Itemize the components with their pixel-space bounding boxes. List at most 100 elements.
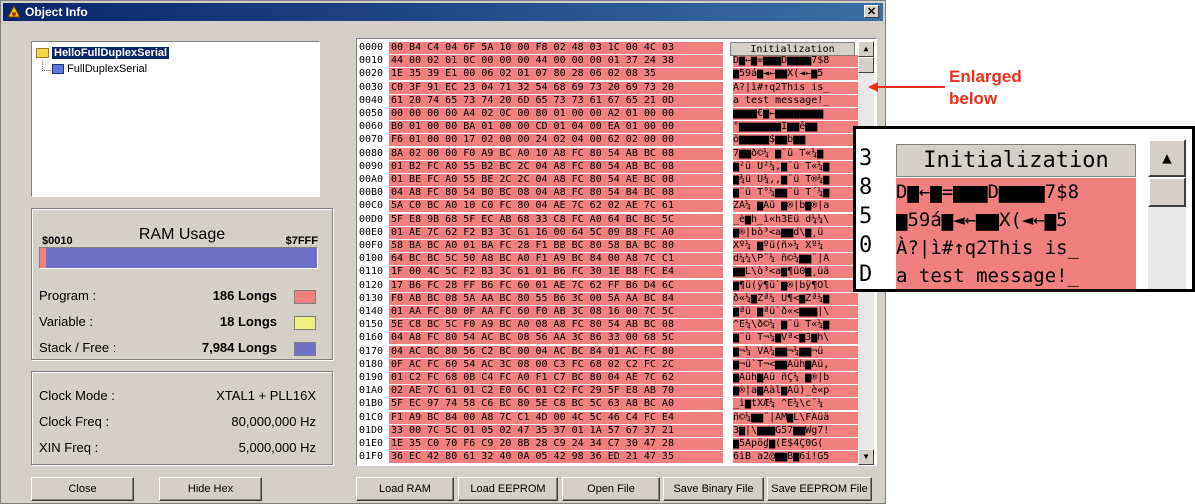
- hex-bytes: 04 A8 FC 80 54 AC BC 08 56 AA 3C 86 33 0…: [389, 332, 723, 345]
- hex-bytes: 64 BC BC 5C 50 A8 BC A0 F1 A9 BC 84 00 A…: [389, 253, 723, 266]
- hex-ascii: a test message!_: [733, 94, 858, 107]
- object-tree[interactable]: HelloFullDuplexSerial FullDuplexSerial: [31, 41, 320, 197]
- ram-row-value: 186 Longs: [212, 288, 277, 303]
- object-info-window: Object Info ✕ HelloFullDuplexSerial Full…: [0, 0, 886, 504]
- hex-row: 00D0 5F E8 9B 68 5F EC AB 68 33 C8 FC A0 …: [359, 213, 859, 226]
- save-eeprom-file-button[interactable]: Save EEPROM File: [767, 477, 872, 501]
- zoom-scroll-up-icon: ▲: [1148, 139, 1186, 177]
- hex-ascii: ▆ªü ▆ªü`ð«<▆▆▆|\: [733, 306, 858, 318]
- hex-row: 00A0 01 BE FC A0 55 BE 2C 2C 04 A8 FC 80 …: [359, 174, 859, 186]
- title-bar: Object Info ✕: [3, 3, 883, 21]
- zoom-digit: 8: [859, 175, 873, 200]
- enlarged-annotation: Enlarged below: [949, 66, 1022, 110]
- clock-row-value: 80,000,000 Hz: [231, 414, 316, 429]
- hex-address: 00E0: [359, 226, 384, 238]
- hex-ascii: ZÀ¼ ▆Àü ▆®|b▆®|a: [733, 200, 858, 213]
- hex-bytes: 5F E8 9B 68 5F EC AB 68 33 C8 FC A0 64 B…: [389, 213, 723, 226]
- hex-bytes: B0 01 00 00 BA 01 00 00 CD 01 04 00 EA 0…: [389, 121, 723, 134]
- scroll-thumb[interactable]: [858, 57, 874, 73]
- hex-bytes: 04 AC BC 80 56 C2 BC 00 04 AC BC 84 01 A…: [389, 345, 723, 358]
- save-binary-file-button[interactable]: Save Binary File: [663, 477, 764, 501]
- hex-bytes: 04 A8 FC 80 54 B0 BC 08 04 A8 FC 80 54 B…: [389, 187, 723, 200]
- hex-address: 01E0: [359, 438, 384, 449]
- hex-bytes: C0 3F 91 EC 23 04 71 32 54 68 69 73 20 6…: [389, 81, 723, 94]
- hex-ascii: ▆¨ü T°¼▆▆¨ü T´¼▆: [733, 187, 858, 200]
- annotation-line2: below: [949, 89, 998, 108]
- hex-address: 0110: [359, 266, 384, 278]
- hex-ascii: ▆®|a▆Âàl▆Âü)_è«p: [733, 385, 858, 398]
- ram-row-label: Variable :: [39, 314, 93, 329]
- hex-ascii: ▆®|bò³<a▆▆d\▆¸ü: [733, 226, 858, 239]
- hex-ascii: ▆5Àpöɠ▆(É$4Ç0G(: [733, 438, 858, 450]
- hex-ascii: ▆¶ü(ÿ¶ü`▆®|bÿ¶Ôl: [733, 279, 858, 292]
- hex-bytes: 44 00 02 01 0C 00 00 00 44 00 00 00 01 3…: [389, 55, 723, 68]
- tree-child-item[interactable]: FullDuplexSerial: [52, 63, 147, 75]
- hex-row: 0080 8A 02 00 00 F0 A9 BC A0 10 A8 FC 80 …: [359, 147, 859, 160]
- hex-ascii: ö▆▆▆▆▆$▆▆b▆▆: [733, 134, 858, 147]
- hex-address: 00A0: [359, 174, 384, 185]
- hide-hex-button[interactable]: Hide Hex: [159, 477, 262, 501]
- hex-ascii: ▆¨ü T¬¼▆Vª<▆3▆h\: [733, 332, 858, 345]
- hex-view[interactable]: 0000 00 B4 C4 04 6F 5A 10 00 F8 02 48 03 …: [356, 38, 877, 466]
- tree-root-label: HelloFullDuplexSerial: [52, 47, 170, 59]
- zoom-digit: D: [859, 262, 873, 287]
- open-file-button[interactable]: Open File: [562, 477, 660, 501]
- ram-usage-program-fill: [40, 248, 47, 268]
- hex-address: 0120: [359, 279, 384, 291]
- object-icon: [52, 64, 64, 74]
- hex-ascii: ñ©¼▆▆¨|ÁM▆L\FÄüä: [733, 411, 858, 424]
- load-eeprom-button[interactable]: Load EEPROM: [458, 477, 558, 501]
- zoom-ascii-header: Initialization: [896, 144, 1136, 177]
- hex-ascii: 3▆|\▆▆▆G57▆▆Wg7!: [733, 424, 858, 437]
- scroll-up-icon[interactable]: ▲: [858, 41, 874, 57]
- hex-address: 0050: [359, 108, 384, 119]
- hex-ascii: ▆59á▆◄←▆▆X(◄←▆5: [733, 68, 858, 81]
- hex-ascii: ð«¼▆Zª¼ U¶<▆Zª¼▆: [733, 292, 858, 305]
- ram-usage-bar: [39, 247, 318, 269]
- zoom-ascii-row: D▆←▆=▆▆▆D▆▆▆▆7$8: [896, 178, 1136, 206]
- window-close-button[interactable]: ✕: [864, 5, 879, 18]
- hex-bytes: 01 AE 7C 62 F2 B3 3C 61 16 00 64 5C 09 B…: [389, 226, 723, 239]
- clock-row-label: XIN Freq :: [39, 440, 99, 455]
- ram-row-label: Stack / Free :: [39, 340, 117, 355]
- hex-address: 01F0: [359, 451, 384, 463]
- tree-root-item[interactable]: HelloFullDuplexSerial: [36, 47, 170, 59]
- scroll-down-icon[interactable]: ▼: [858, 449, 874, 465]
- hex-row: 0070 F6 01 00 00 17 02 00 00 24 02 04 00 …: [359, 134, 859, 147]
- hex-row: 0160 04 A8 FC 80 54 AC BC 08 56 AA 3C 86 …: [359, 332, 859, 345]
- hex-address: 0160: [359, 332, 384, 344]
- zoom-ascii-row: ▆▆▆▆€▆←▆▆▆▆▆▆▆▆: [896, 290, 1136, 292]
- hex-bytes: 00 B4 C4 04 6F 5A 10 00 F8 02 48 03 1C 0…: [389, 42, 723, 54]
- hex-bytes: 5E C8 BC 5C F0 A9 BC A0 08 A8 FC 80 54 A…: [389, 319, 723, 332]
- hex-address: 0040: [359, 94, 384, 106]
- folder-icon: [36, 48, 49, 58]
- clock-row-value: XTAL1 + PLL16X: [216, 388, 316, 403]
- hex-ascii: 7▆▆ð©¼ ▆¨ü T«¼▆: [733, 147, 858, 160]
- ram-usage-panel: $0010 RAM Usage $7FFF: [31, 208, 333, 360]
- hex-address: 0170: [359, 345, 384, 357]
- hex-ascii: Xº¼ ▆ºü(ñ»¼ Xº¼: [733, 240, 858, 252]
- hex-row: 0040 61 20 74 65 73 74 20 6D 65 73 73 61 …: [359, 94, 859, 107]
- ram-row-swatch: [294, 290, 316, 304]
- window-title: Object Info: [25, 5, 88, 19]
- hex-row: 0140 01 AA FC 80 0F AA FC 60 F0 AB 3C 08 …: [359, 306, 859, 318]
- close-button[interactable]: Close: [31, 477, 134, 501]
- hex-ascii: ^È¼\ð©¼ ▆¨ü T«¼▆: [733, 319, 858, 332]
- hex-row: 00B0 04 A8 FC 80 54 B0 BC 08 04 A8 FC 80 …: [359, 187, 859, 200]
- hex-bytes: 33 00 7C 5C 01 05 02 47 35 37 01 1A 57 6…: [389, 424, 723, 437]
- hex-ascii: _ì▆tXÆ¼ ^È¼\c¨¼: [733, 398, 858, 411]
- hex-ascii: d¼¼\P¨¼ ñ©¼▆▆¨|Á: [733, 253, 858, 266]
- hex-bytes: 01 BE FC A0 55 BE 2C 2C 04 A8 FC 80 54 A…: [389, 174, 723, 186]
- hex-ascii: 6ìB a2@▆▆B▆6í!G5: [733, 451, 858, 464]
- hex-bytes: 36 EC 42 80 61 32 40 0A 05 42 98 36 ED 2…: [389, 451, 723, 464]
- hex-ascii: °▆▆▆▆▆▆▆Í▆▆ê▆▆: [733, 121, 858, 134]
- arrow-head-icon: [868, 82, 878, 92]
- hex-address: 0070: [359, 134, 384, 146]
- zoom-ascii-row: À?|ì#↑q2This is_: [896, 234, 1136, 262]
- hex-ascii: ▆²ü U²¼,▆¨ü T«¼▆: [733, 160, 858, 173]
- zoom-scrollbar: ▲: [1148, 139, 1186, 289]
- hex-bytes: 1F 00 4C 5C F2 B3 3C 61 01 B6 FC 30 1E B…: [389, 266, 723, 279]
- load-ram-button[interactable]: Load RAM: [356, 477, 454, 501]
- hex-row: 0110 1F 00 4C 5C F2 B3 3C 61 01 B6 FC 30 …: [359, 266, 859, 279]
- clock-row-label: Clock Freq :: [39, 414, 110, 429]
